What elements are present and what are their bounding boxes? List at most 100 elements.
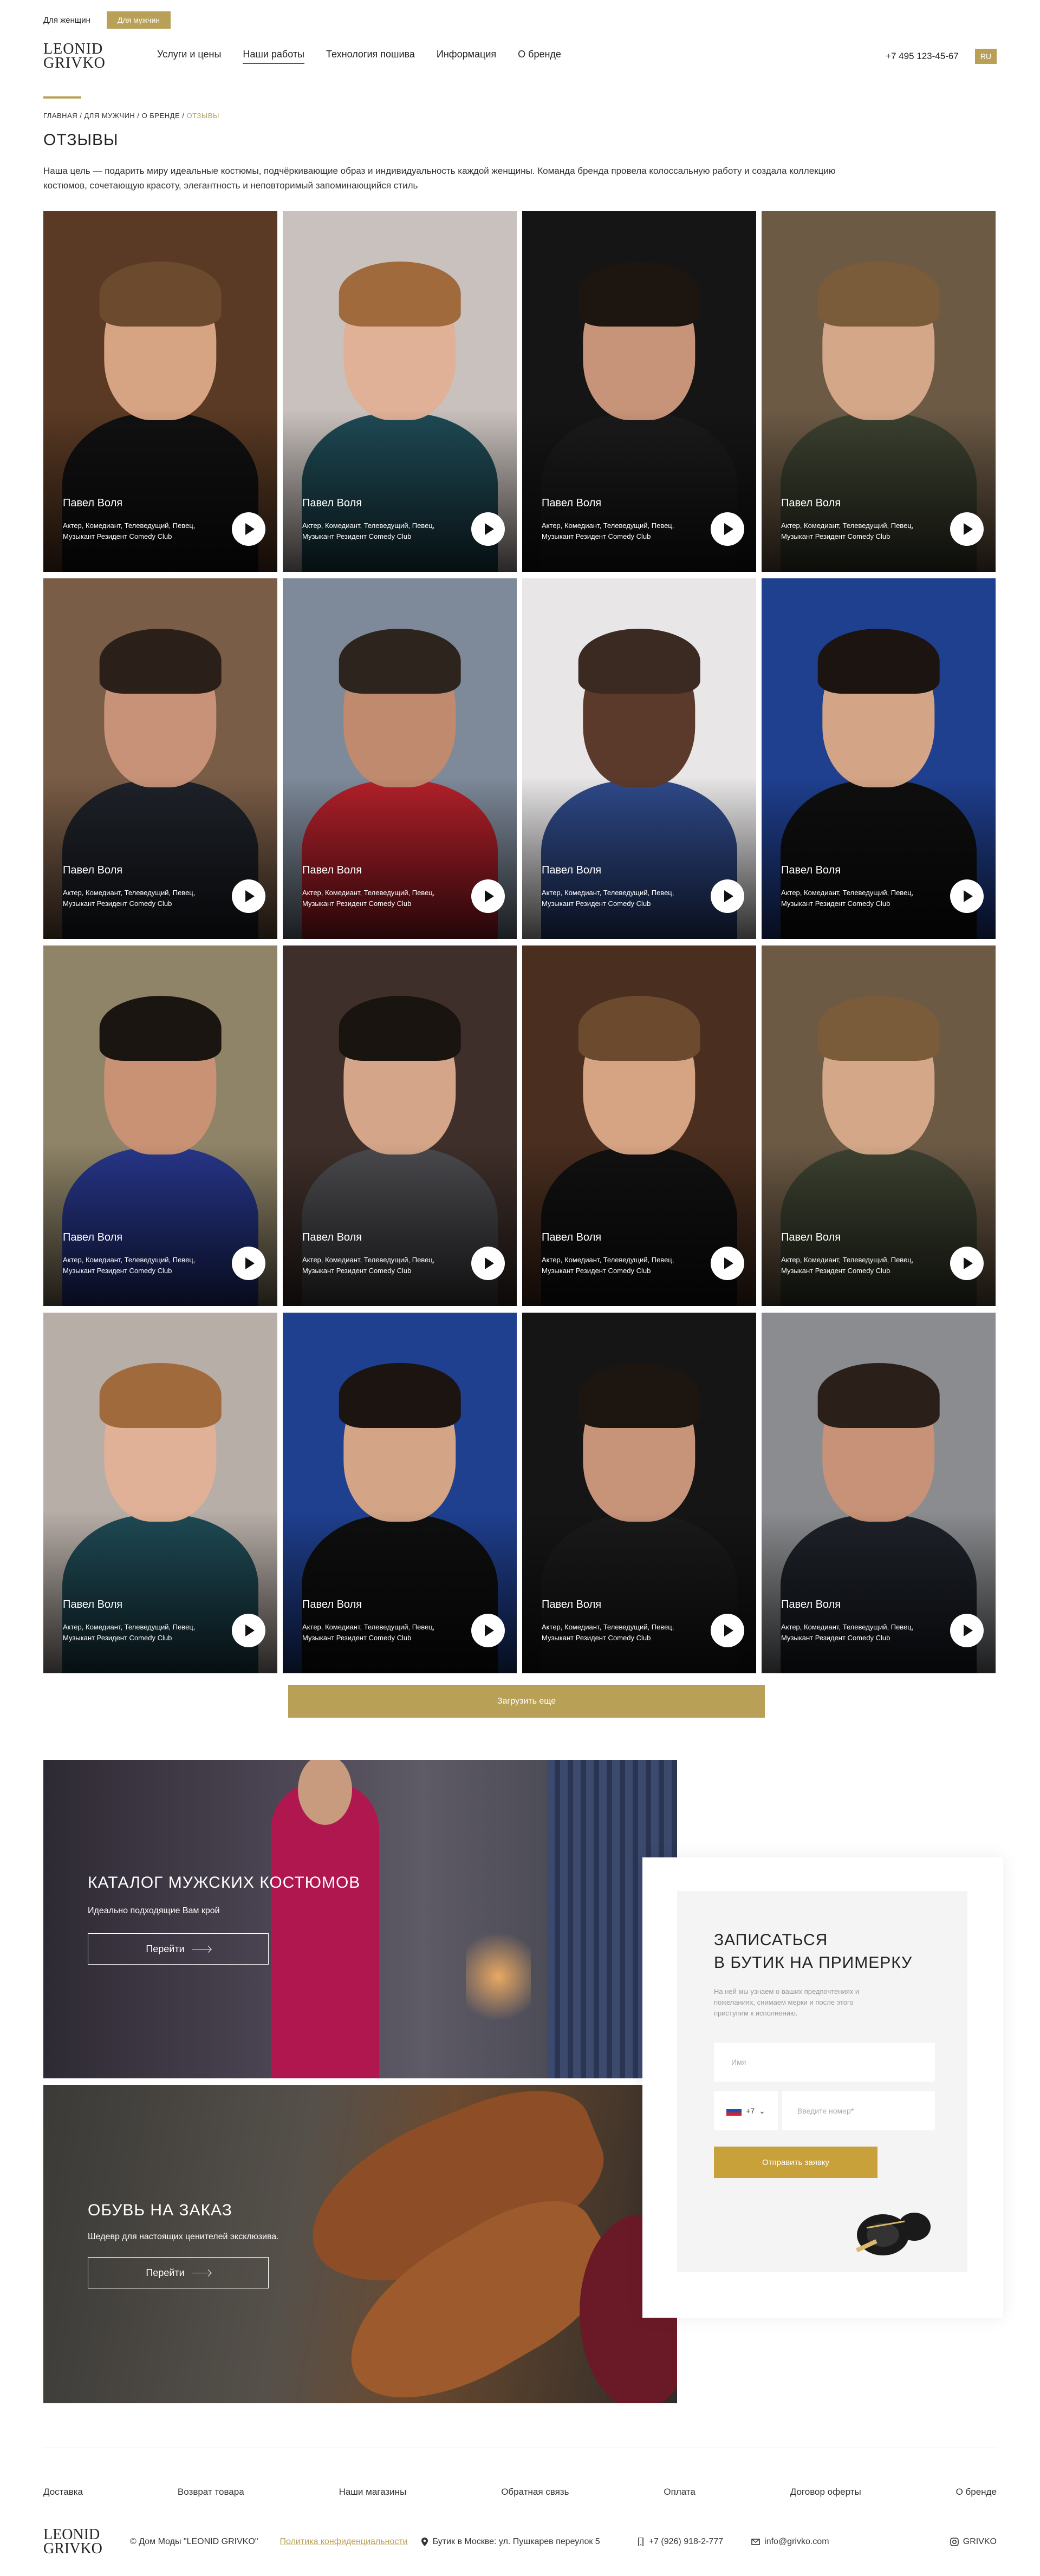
photo-gradient (283, 1144, 517, 1306)
review-card[interactable]: Павел Воля Актер, Комедиант, Телеведущий,… (522, 578, 756, 939)
promo-subtitle: Шедевр для настоящих ценителей эксклюзив… (88, 2232, 279, 2241)
country-code-select[interactable]: +7 ⌄ (714, 2091, 778, 2130)
play-icon[interactable] (471, 1247, 505, 1280)
person-hair-image (817, 996, 940, 1061)
review-card[interactable]: Павел Воля Актер, Комедиант, Телеведущий,… (43, 1313, 277, 1673)
review-card[interactable]: Павел Воля Актер, Комедиант, Телеведущий,… (522, 1313, 756, 1673)
review-card[interactable]: Павел Воля Актер, Комедиант, Телеведущий,… (522, 211, 756, 572)
women-link[interactable]: Для женщин (43, 16, 90, 25)
person-hair-image (99, 1363, 222, 1429)
play-icon[interactable] (232, 1247, 265, 1280)
nav-works[interactable]: Наши работы (243, 49, 305, 64)
review-card[interactable]: Павел Воля Актер, Комедиант, Телеведущий,… (762, 1313, 996, 1673)
promo-suits[interactable]: КАТАЛОГ МУЖСКИХ КОСТЮМОВ Идеально подход… (43, 1760, 677, 2078)
crumb-home[interactable]: ГЛАВНАЯ (43, 112, 77, 120)
play-icon[interactable] (471, 879, 505, 913)
review-card[interactable]: Павел Воля Актер, Комедиант, Телеведущий,… (283, 211, 517, 572)
review-card[interactable]: Павел Воля Актер, Комедиант, Телеведущий,… (283, 578, 517, 939)
play-icon[interactable] (232, 512, 265, 546)
review-card[interactable]: Павел Воля Актер, Комедиант, Телеведущий,… (283, 1313, 517, 1673)
review-name: Павел Воля (63, 864, 123, 876)
promo-go-button[interactable]: Перейти (88, 2257, 269, 2288)
footer-about[interactable]: О бренде (956, 2487, 997, 2497)
play-icon[interactable] (471, 512, 505, 546)
review-card[interactable]: Павел Воля Актер, Комедиант, Телеведущий,… (283, 945, 517, 1306)
play-icon[interactable] (950, 879, 984, 913)
review-card[interactable]: Павел Воля Актер, Комедиант, Телеведущий,… (43, 578, 277, 939)
review-name: Павел Воля (781, 864, 841, 876)
play-icon[interactable] (711, 1614, 744, 1647)
play-icon[interactable] (471, 1614, 505, 1647)
footer-email[interactable]: info@grivko.com (751, 2537, 829, 2547)
nav-technology[interactable]: Технология пошива (326, 49, 415, 64)
russia-flag-icon (726, 2106, 742, 2116)
nav-services[interactable]: Услуги и цены (157, 49, 221, 64)
play-icon[interactable] (950, 512, 984, 546)
crumb-brand[interactable]: О БРЕНДЕ (142, 112, 180, 120)
footer-feedback[interactable]: Обратная связь (501, 2487, 569, 2497)
crumb-men[interactable]: ДЛЯ МУЖЧИН (84, 112, 135, 120)
review-card[interactable]: Павел Воля Актер, Комедиант, Телеведущий,… (762, 211, 996, 572)
photo-gradient (762, 1511, 996, 1673)
privacy-link[interactable]: Политика конфиденциальности (280, 2537, 408, 2547)
country-code-value: +7 (746, 2107, 755, 2115)
promo-title: ОБУВЬ НА ЗАКАЗ (88, 2201, 232, 2219)
photo-gradient (522, 409, 756, 572)
review-card[interactable]: Павел Воля Актер, Комедиант, Телеведущий,… (43, 211, 277, 572)
footer-logo[interactable]: LEONID GRIVKO (43, 2527, 130, 2557)
logo[interactable]: LEONID GRIVKO (43, 42, 157, 71)
footer-stores[interactable]: Наши магазины (339, 2487, 407, 2497)
footer-phone[interactable]: +7 (926) 918-2-777 (637, 2537, 723, 2547)
nav-about[interactable]: О бренде (518, 49, 561, 64)
review-name: Павел Воля (302, 1599, 362, 1610)
promo-subtitle: Идеально подходящие Вам крой (88, 1906, 220, 1915)
play-icon[interactable] (711, 879, 744, 913)
form-title-line2: В БУТИК НА ПРИМЕРКУ (714, 1954, 913, 1972)
men-link[interactable]: Для мужчин (106, 11, 171, 29)
photo-gradient (762, 1144, 996, 1306)
footer-returns[interactable]: Возврат товара (178, 2487, 244, 2497)
footer-payment[interactable]: Оплата (664, 2487, 695, 2497)
review-card[interactable]: Павел Воля Актер, Комедиант, Телеведущий,… (762, 578, 996, 939)
submit-button[interactable]: Отправить заявку (714, 2147, 877, 2178)
play-icon[interactable] (711, 1247, 744, 1280)
logo-line2: GRIVKO (43, 55, 106, 71)
play-icon[interactable] (232, 1614, 265, 1647)
person-hair-image (578, 1363, 700, 1429)
footer-offer[interactable]: Договор оферты (790, 2487, 861, 2497)
promo-go-button[interactable]: Перейти (88, 1933, 269, 1965)
language-switch[interactable]: RU (974, 49, 997, 64)
phone-input[interactable]: Введите номер* (782, 2091, 935, 2130)
review-card[interactable]: Павел Воля Актер, Комедиант, Телеведущий,… (522, 945, 756, 1306)
review-description: Актер, Комедиант, Телеведущий, Певец, Му… (302, 889, 435, 908)
review-description: Актер, Комедиант, Телеведущий, Певец, Му… (63, 889, 196, 908)
fitting-form: ЗАПИСАТЬСЯ В БУТИК НА ПРИМЕРКУ На ней мы… (677, 1891, 967, 2272)
footer-instagram-text: GRIVKO (963, 2537, 997, 2546)
nav-info[interactable]: Информация (437, 49, 496, 64)
play-icon[interactable] (711, 512, 744, 546)
review-description: Актер, Комедиант, Телеведущий, Певец, Му… (542, 1623, 674, 1642)
person-hair-image (339, 1363, 461, 1429)
play-icon[interactable] (232, 879, 265, 913)
footer-delivery[interactable]: Доставка (43, 2487, 83, 2497)
copyright: © Дом Моды "LEONID GRIVKO" (130, 2537, 258, 2546)
footer-instagram[interactable]: GRIVKO (950, 2537, 997, 2547)
name-input[interactable]: Имя (714, 2043, 935, 2082)
review-name: Павел Воля (542, 497, 602, 509)
header-phone[interactable]: +7 495 123-45-67 (886, 51, 959, 62)
review-card[interactable]: Павел Воля Актер, Комедиант, Телеведущий,… (43, 945, 277, 1306)
accent-line (43, 96, 81, 99)
crumb-sep: / (135, 112, 142, 120)
review-description: Актер, Комедиант, Телеведущий, Певец, Му… (302, 521, 435, 540)
play-icon[interactable] (950, 1247, 984, 1280)
lamp-glow-image (466, 1922, 531, 2031)
crumb-sep: / (77, 112, 84, 120)
promo-shoes[interactable]: ОБУВЬ НА ЗАКАЗ Шедевр для настоящих цени… (43, 2085, 677, 2403)
review-card[interactable]: Павел Воля Актер, Комедиант, Телеведущий,… (762, 945, 996, 1306)
play-icon[interactable] (950, 1614, 984, 1647)
photo-gradient (43, 409, 277, 572)
load-more-button[interactable]: Загрузить еще (288, 1685, 765, 1718)
header: LEONID GRIVKO Услуги и цены Наши работы … (43, 42, 997, 71)
photo-gradient (43, 1144, 277, 1306)
review-name: Павел Воля (63, 1599, 123, 1610)
